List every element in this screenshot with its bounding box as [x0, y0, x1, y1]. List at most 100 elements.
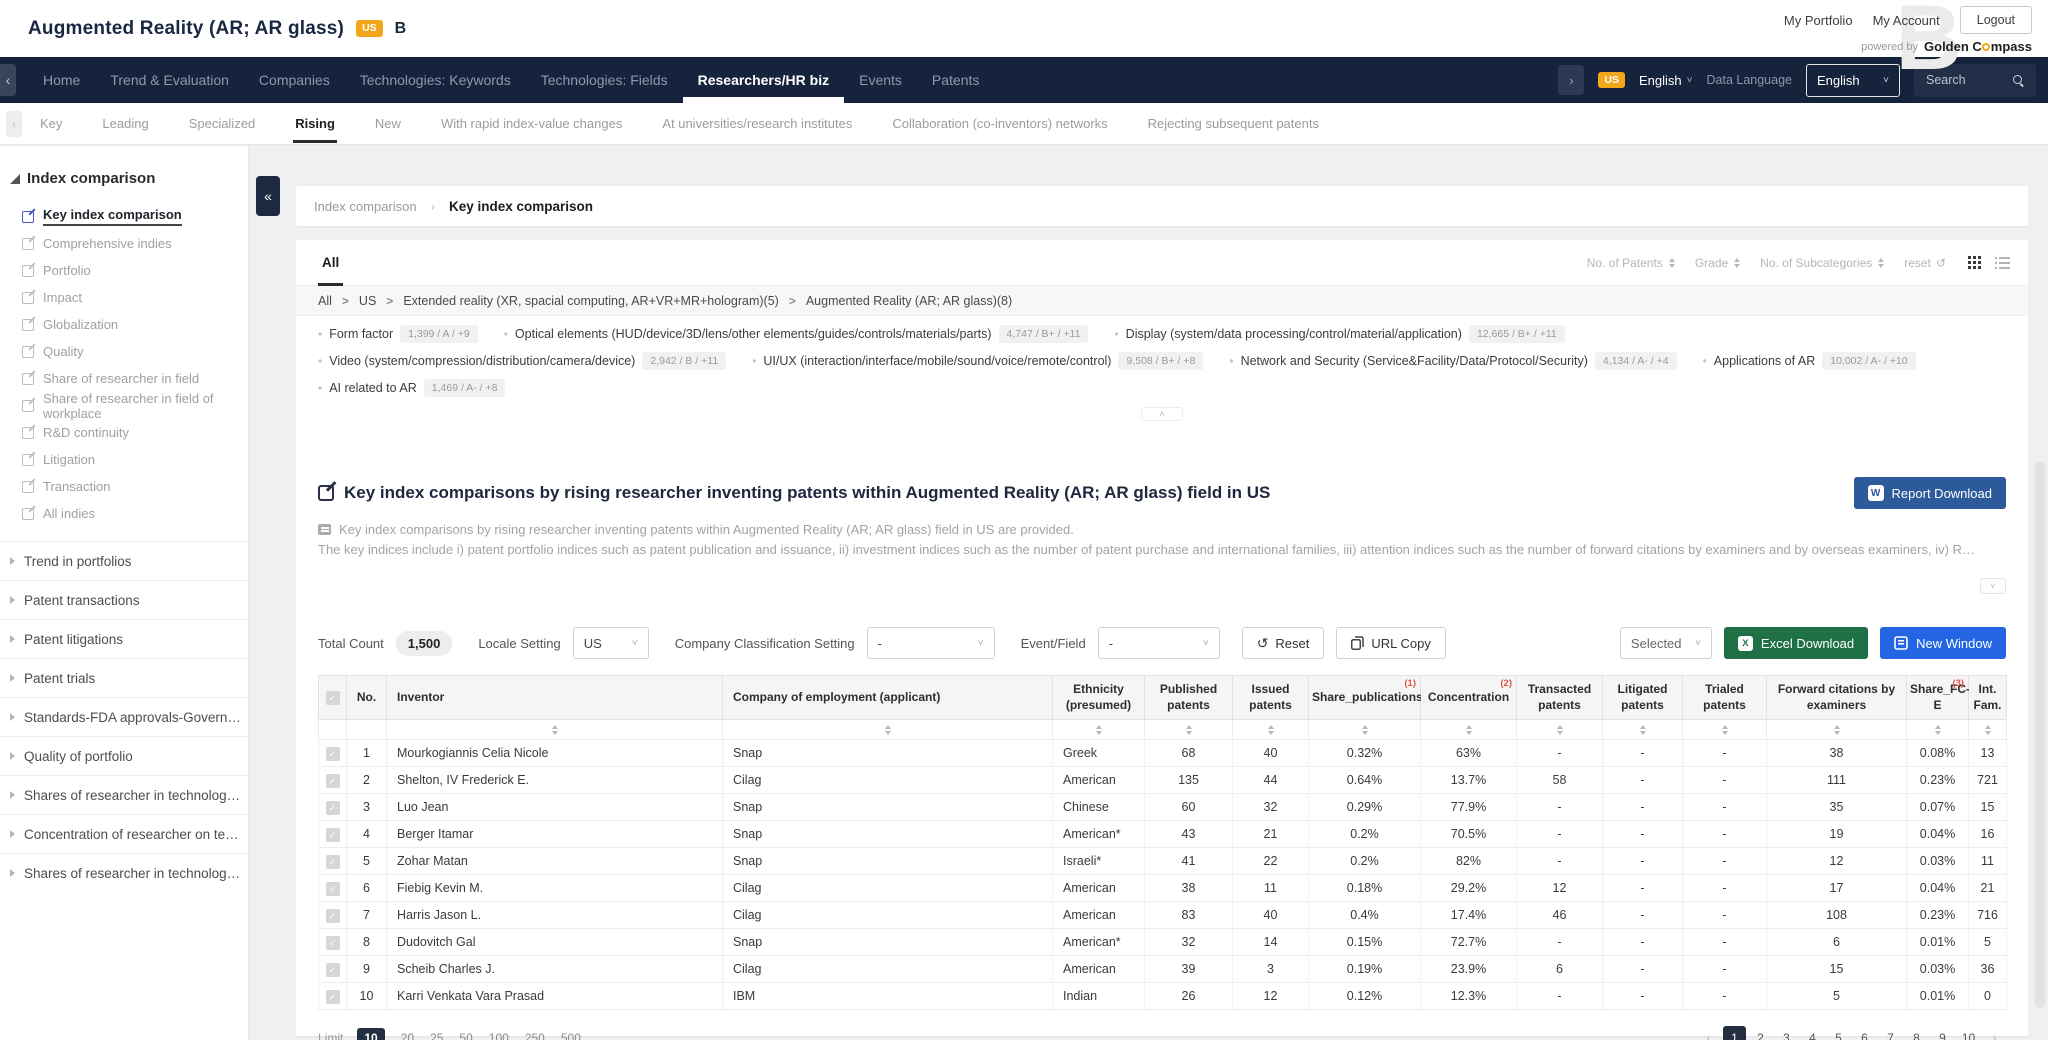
page-button-1[interactable]: 1	[1723, 1026, 1746, 1040]
column-header-published-patents[interactable]: Published patents	[1144, 674, 1233, 721]
sidebar-section-standards-fda-approvals-govern[interactable]: Standards-FDA approvals-Govern…	[0, 697, 248, 736]
column-header-ethnicity-presumed[interactable]: Ethnicity (presumed)	[1052, 674, 1145, 721]
sidebar-item-transaction[interactable]: Transaction	[0, 473, 248, 500]
sort-updown-icon[interactable]	[1145, 724, 1232, 735]
sidebar-item-litigation[interactable]: Litigation	[0, 446, 248, 473]
sort-updown-icon[interactable]	[723, 724, 1052, 735]
row-checkbox[interactable]: ✓	[325, 962, 340, 977]
grid-view-icon[interactable]	[1968, 256, 1981, 269]
category-pill-network-and-security[interactable]: • Network and Security (Service&Facility/…	[1229, 352, 1677, 370]
url-copy-button[interactable]: URL Copy	[1336, 627, 1446, 659]
path-segment-1[interactable]: US	[359, 294, 376, 308]
breadcrumb-parent[interactable]: Index comparison	[314, 199, 417, 214]
limit-option-20[interactable]: 20	[401, 1031, 414, 1040]
report-download-button[interactable]: W Report Download	[1853, 477, 2006, 509]
sidebar-section-concentration-of-researcher-on-te[interactable]: Concentration of researcher on te…	[0, 814, 248, 853]
row-checkbox[interactable]: ✓	[325, 908, 340, 923]
category-pill-display[interactable]: • Display (system/data processing/control…	[1114, 325, 1565, 343]
column-header-share-fc-e[interactable]: Share_FC-E (3)	[1906, 674, 1970, 721]
my-account-link[interactable]: My Account	[1873, 13, 1940, 28]
sidebar-item-all-indies[interactable]: All indies	[0, 500, 248, 527]
sidebar-item-comprehensive-indies[interactable]: Comprehensive indies	[0, 230, 248, 257]
category-pill-ui-ux[interactable]: • UI/UX (interaction/interface/mobile/sou…	[752, 352, 1204, 370]
page-button-9[interactable]: 9	[1931, 1026, 1954, 1040]
page-button-7[interactable]: 7	[1879, 1026, 1902, 1040]
list-view-icon[interactable]	[1995, 256, 2010, 269]
page-button-2[interactable]: 2	[1749, 1026, 1772, 1040]
collapse-panel-button[interactable]: ˄	[1141, 407, 1183, 421]
sort-updown-icon[interactable]	[1053, 724, 1144, 735]
subnav-item-leading[interactable]: Leading	[100, 104, 150, 143]
sidebar-section-patent-litigations[interactable]: Patent litigations	[0, 619, 248, 658]
column-header-litigated-patents[interactable]: Litigated patents	[1602, 674, 1683, 721]
nav-item-technologies-fields[interactable]: Technologies: Fields	[526, 57, 683, 103]
excel-download-button[interactable]: X Excel Download	[1723, 627, 1869, 659]
row-checkbox[interactable]: ✓	[325, 935, 340, 950]
column-header-share-publications[interactable]: Share_publications (1)	[1308, 674, 1423, 721]
sidebar-collapse-button[interactable]: «	[256, 176, 280, 216]
page-button-10[interactable]: 10	[1957, 1026, 1980, 1040]
row-checkbox[interactable]: ✓	[325, 800, 340, 815]
sort-updown-icon[interactable]	[387, 724, 722, 735]
nav-item-patents[interactable]: Patents	[917, 57, 994, 103]
event-field-select[interactable]: - ˅	[1097, 627, 1220, 659]
row-checkbox[interactable]: ✓	[325, 854, 340, 869]
sort-updown-icon[interactable]	[1683, 724, 1766, 735]
row-checkbox[interactable]: ✓	[325, 827, 340, 842]
sidebar-item-share-of-researcher-in-field-of-workplace[interactable]: Share of researcher in field of workplac…	[0, 391, 248, 421]
pager-prev-icon[interactable]: ‹	[1697, 1026, 1720, 1040]
nav-item-events[interactable]: Events	[844, 57, 917, 103]
subnav-scroll-left-icon[interactable]: ‹	[6, 110, 22, 137]
category-pill-ai-related-to-ar[interactable]: • AI related to AR 1,469 / A- / +8	[318, 379, 506, 397]
company-classification-select[interactable]: - ˅	[866, 627, 995, 659]
limit-option-25[interactable]: 25	[430, 1031, 443, 1040]
page-button-3[interactable]: 3	[1775, 1026, 1798, 1040]
category-pill-video[interactable]: • Video (system/compression/distribution/…	[318, 352, 727, 370]
sort-updown-icon[interactable]	[1233, 724, 1308, 735]
nav-item-companies[interactable]: Companies	[244, 57, 345, 103]
selected-dropdown[interactable]: Selected ˅	[1619, 627, 1712, 659]
logout-button[interactable]: Logout	[1959, 6, 2032, 34]
sidebar-section-quality-of-portfolio[interactable]: Quality of portfolio	[0, 736, 248, 775]
subnav-item-with-rapid-index-value-changes[interactable]: With rapid index-value changes	[439, 104, 624, 143]
page-scrollbar[interactable]	[2035, 462, 2045, 1008]
sidebar-section-shares-of-researcher-in-technolog[interactable]: Shares of researcher in technolog…	[0, 853, 248, 892]
new-window-button[interactable]: New Window	[1880, 627, 2006, 659]
sidebar-section-patent-trials[interactable]: Patent trials	[0, 658, 248, 697]
subnav-item-rising[interactable]: Rising	[293, 104, 337, 143]
tab-all[interactable]: All	[318, 240, 344, 286]
category-pill-optical-elements[interactable]: • Optical elements (HUD/device/3D/lens/ot…	[504, 325, 1089, 343]
nav-item-trend-evaluation[interactable]: Trend & Evaluation	[95, 57, 244, 103]
category-pill-form-factor[interactable]: • Form factor 1,399 / A / +9	[318, 325, 478, 343]
limit-option-50[interactable]: 50	[459, 1031, 472, 1040]
column-header-concentration[interactable]: Concentration (2)	[1420, 674, 1517, 721]
sort-updown-icon[interactable]	[1603, 724, 1682, 735]
nav-item-home[interactable]: Home	[28, 57, 95, 103]
row-checkbox[interactable]: ✓	[325, 773, 340, 788]
sidebar-section-patent-transactions[interactable]: Patent transactions	[0, 580, 248, 619]
limit-option-250[interactable]: 250	[525, 1031, 545, 1040]
page-button-8[interactable]: 8	[1905, 1026, 1928, 1040]
sidebar-item-globalization[interactable]: Globalization	[0, 311, 248, 338]
sort-updown-icon[interactable]	[1767, 724, 1906, 735]
category-pill-applications-of-ar[interactable]: • Applications of AR 10,002 / A- / +10	[1703, 352, 1916, 370]
sort-updown-icon[interactable]	[1907, 724, 1968, 735]
sort-control-no-of-patents[interactable]: No. of Patents	[1587, 256, 1675, 270]
path-segment-3[interactable]: Augmented Reality (AR; AR glass)(8)	[806, 294, 1012, 308]
page-button-4[interactable]: 4	[1801, 1026, 1824, 1040]
sidebar-item-quality[interactable]: Quality	[0, 338, 248, 365]
pager-next-icon[interactable]: ›	[1983, 1026, 2006, 1040]
sort-updown-icon[interactable]	[1421, 724, 1516, 735]
column-header-int-fam[interactable]: Int. Fam.	[1968, 674, 2007, 721]
page-button-6[interactable]: 6	[1853, 1026, 1876, 1040]
expand-description-button[interactable]: ˅	[1980, 578, 2006, 594]
my-portfolio-link[interactable]: My Portfolio	[1784, 13, 1853, 28]
locale-select[interactable]: US ˅	[572, 627, 649, 659]
sidebar-section-shares-of-researcher-in-technolog[interactable]: Shares of researcher in technolog…	[0, 775, 248, 814]
sort-updown-icon[interactable]	[1309, 724, 1420, 735]
column-header-issued-patents[interactable]: Issued patents	[1232, 674, 1309, 721]
sidebar-section-index-comparison[interactable]: Index comparison	[10, 170, 248, 187]
sort-updown-icon[interactable]	[1517, 724, 1602, 735]
sort-updown-icon[interactable]	[1969, 724, 2006, 735]
sidebar-item-impact[interactable]: Impact	[0, 284, 248, 311]
